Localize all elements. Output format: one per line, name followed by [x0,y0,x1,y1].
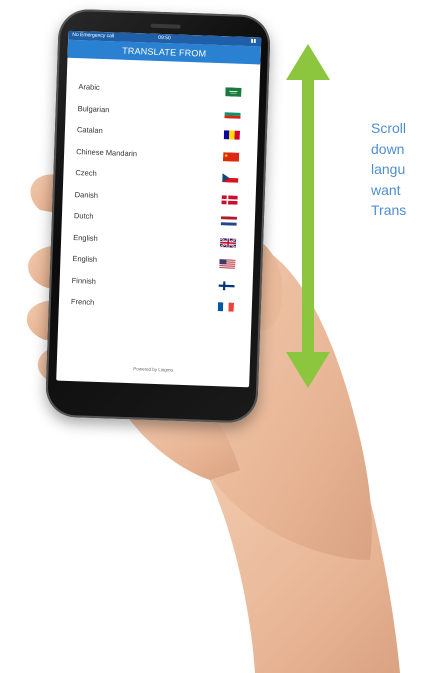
instruction-line: Trans [371,202,407,218]
language-label: Bulgarian [77,103,110,114]
andorra-flag-icon [223,130,241,141]
language-label: Danish [74,189,99,200]
united-kingdom-flag-icon [219,237,237,248]
powered-by-text: Powered by Lingmo [133,366,174,373]
language-label: Catalan [76,125,103,136]
language-label: English [72,254,98,265]
china-flag-icon [222,151,240,162]
status-time: 09:50 [158,34,171,42]
czech-republic-flag-icon [222,173,239,184]
finland-flag-icon [218,280,235,291]
phone-device: No Emergency call 09:50 ▮▮ TRANSLATE FRO… [44,8,272,424]
scroll-instruction-text: Scroll down langu want Trans [371,118,425,221]
language-label: Finnish [71,275,97,286]
bulgaria-flag-icon [224,109,241,119]
carrier-text: No Emergency call [72,31,115,40]
phone-screen: No Emergency call 09:50 ▮▮ TRANSLATE FRO… [56,30,262,388]
language-label: Dutch [73,211,94,221]
netherlands-flag-icon [220,216,238,227]
instruction-line: down [371,140,405,157]
language-label: French [70,297,95,308]
instruction-line: want [371,181,401,198]
language-label: English [73,232,98,243]
united-states-flag-icon [219,259,236,269]
battery-icon: ▮▮ [250,38,257,45]
denmark-flag-icon [221,194,238,205]
instruction-line: Scroll [371,120,407,136]
language-label: Arabic [78,82,100,93]
language-list: Arabic Bulgarian Catalan Chinese Mandari… [59,58,261,319]
scroll-double-arrow-icon [286,44,330,388]
phone-speaker [150,23,181,29]
instruction-line: langu [371,161,406,177]
saudi-arabia-flag-icon [225,87,242,98]
language-label: Czech [75,168,97,179]
france-flag-icon [217,302,235,312]
language-label: Chinese Mandarin [76,146,138,158]
